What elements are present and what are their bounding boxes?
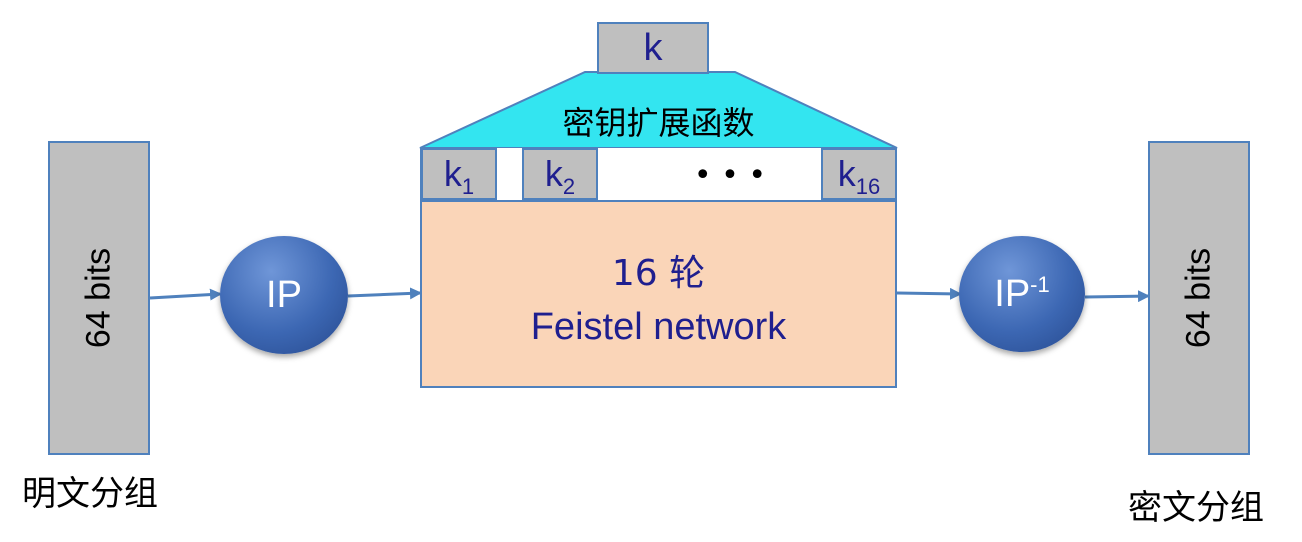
- subkey-k1-sub: 1: [461, 174, 475, 199]
- ip-inverse-label: IP: [994, 272, 1031, 315]
- subkey-k1-base: k: [443, 153, 462, 194]
- ellipsis: • • •: [693, 158, 767, 193]
- arrow-rounds-to-ipinv: [896, 287, 962, 300]
- arrow-ip-to-rounds: [347, 287, 422, 300]
- ip-inverse-circle: IP-1: [959, 236, 1085, 352]
- arrow-ipinv-to-output: [1084, 290, 1150, 303]
- ip-label: IP: [266, 273, 302, 316]
- feistel-network-label: Feistel network: [530, 306, 787, 348]
- plaintext-caption: 明文分组: [22, 474, 158, 514]
- subkey-k2: k2: [522, 148, 598, 200]
- key-box: k: [597, 22, 709, 74]
- subkey-k2-sub: 2: [562, 174, 576, 199]
- plaintext-bits-label: 64 bits: [79, 247, 118, 349]
- arrow-input-to-ip: [149, 288, 222, 301]
- key-label: k: [643, 26, 663, 69]
- des-structure-diagram: k 密钥扩展函数 k1 k2 • • • k16 16 轮 Feistel ne…: [0, 0, 1302, 542]
- ip-circle: IP: [220, 236, 348, 354]
- plaintext-block: 64 bits: [48, 141, 150, 455]
- ciphertext-bits-label: 64 bits: [1179, 247, 1218, 349]
- subkey-k16-sub: 16: [855, 174, 881, 199]
- rounds-count-label: 16 轮: [611, 253, 706, 294]
- feistel-rounds-box: 16 轮 Feistel network: [420, 200, 897, 388]
- subkey-k16-base: k: [837, 153, 856, 194]
- key-schedule-label: 密钥扩展函数: [562, 104, 755, 142]
- subkey-k2-base: k: [544, 153, 563, 194]
- ciphertext-caption: 密文分组: [1128, 488, 1264, 528]
- ciphertext-block: 64 bits: [1148, 141, 1250, 455]
- subkey-k1: k1: [421, 148, 497, 200]
- subkey-k16: k16: [821, 148, 897, 200]
- ip-inverse-sup: -1: [1030, 271, 1050, 297]
